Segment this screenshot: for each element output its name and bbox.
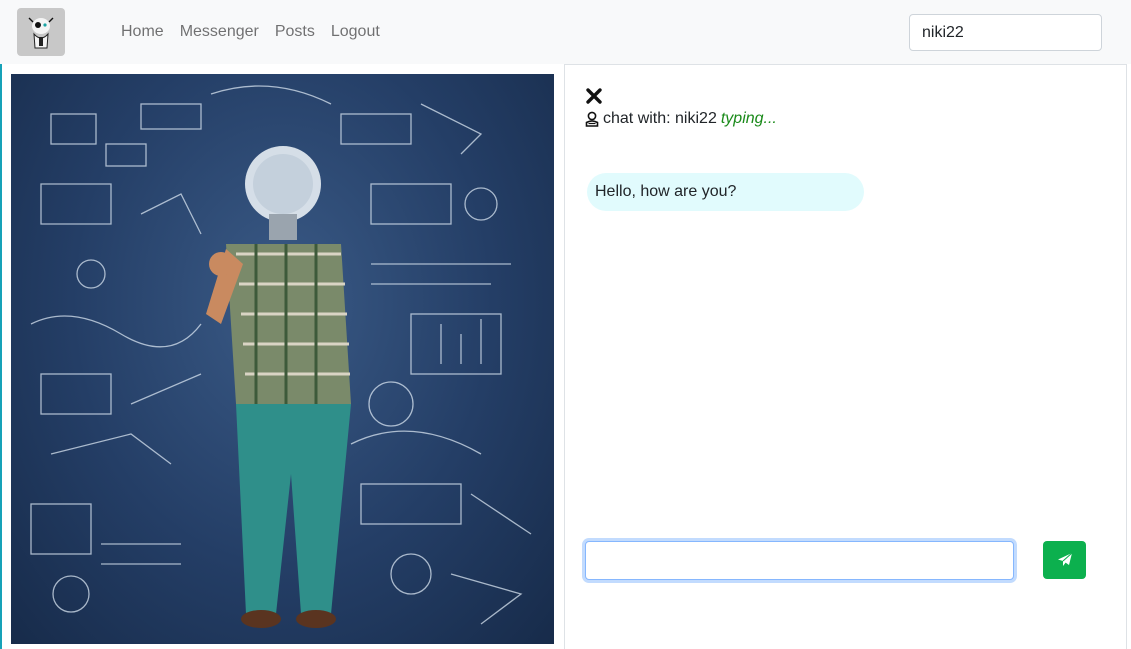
robot-icon xyxy=(21,12,61,52)
nav-links: Home Messenger Posts Logout xyxy=(121,22,380,42)
message-input[interactable] xyxy=(585,541,1014,580)
typing-status: typing... xyxy=(720,110,777,127)
hero-image xyxy=(11,74,554,644)
nav-link-messenger[interactable]: Messenger xyxy=(180,22,259,42)
message-bubble: Hello, how are you? xyxy=(587,173,864,211)
chat-header-label: chat with: niki22 xyxy=(603,110,717,127)
paper-plane-icon xyxy=(1057,552,1072,566)
lightbulb-head-man-image xyxy=(30,85,532,628)
user-icon xyxy=(585,111,599,127)
send-button[interactable] xyxy=(1043,541,1086,579)
chat-panel: chat with: niki22 typing... Hello, how a… xyxy=(564,64,1127,649)
navbar: Home Messenger Posts Logout xyxy=(0,0,1131,64)
brand-logo[interactable] xyxy=(17,8,65,56)
chat-header: chat with: niki22 typing... xyxy=(585,109,777,129)
close-icon[interactable] xyxy=(585,87,603,105)
nav-link-posts[interactable]: Posts xyxy=(275,22,315,42)
nav-link-logout[interactable]: Logout xyxy=(331,22,380,42)
search-input[interactable] xyxy=(909,14,1102,51)
nav-link-home[interactable]: Home xyxy=(121,22,164,42)
left-edge-accent xyxy=(0,60,2,649)
page: Home Messenger Posts Logout niki22 chat … xyxy=(0,0,1131,649)
